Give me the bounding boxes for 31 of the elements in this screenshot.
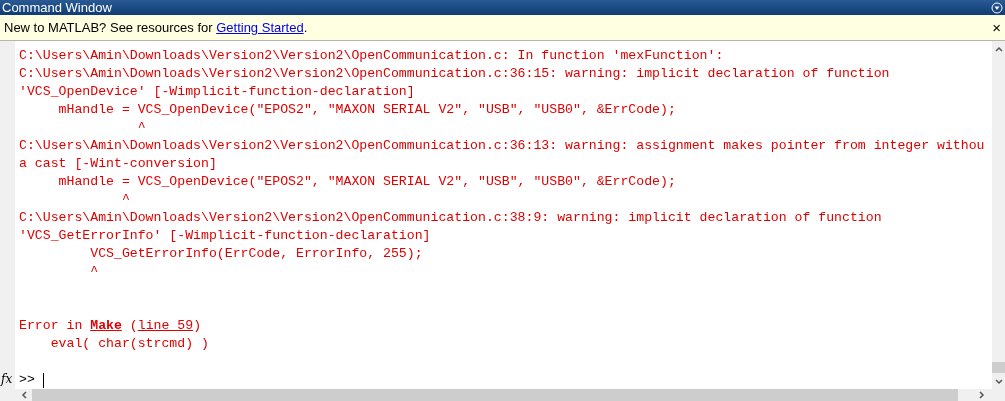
scroll-left-icon[interactable] (20, 391, 27, 399)
output-line: VCS_GetErrorInfo(ErrCode, ErrorInfo, 255); (89, 246, 423, 261)
command-prompt: >> (19, 371, 35, 390)
text-cursor[interactable] (42, 372, 44, 388)
output-line: eval( char(strcmd) ) (49, 336, 209, 351)
scroll-up-icon[interactable] (994, 46, 1003, 52)
vertical-scrollbar[interactable] (992, 41, 1005, 389)
window-title: Command Window (2, 1, 112, 14)
output-line: mHandle = VCS_OpenDevice("EPOS2", "MAXON SERIAL V2", "USB", "USB0", &ErrCode); (57, 174, 676, 189)
output-line: ^ (89, 264, 99, 279)
output-line: 'VCS_GetErrorInfo' [-Wimplicit-function-declaration] (19, 228, 431, 243)
output-line: ^ (136, 120, 146, 135)
error-link[interactable]: Make (90, 318, 122, 333)
dropdown-icon[interactable] (991, 1, 1003, 14)
close-button[interactable]: × (992, 20, 1001, 35)
output-line: ^ (120, 192, 130, 207)
scrollbar-thumb[interactable] (992, 362, 1005, 373)
scroll-down-icon[interactable] (994, 379, 1003, 385)
getting-started-link[interactable]: Getting Started (216, 19, 304, 35)
output-line: mHandle = VCS_OpenDevice("EPOS2", "MAXON SERIAL V2", "USB", "USB0", &ErrCode); (57, 102, 676, 117)
output-line: 'VCS_OpenDevice' [-Wimplicit-function-declaration] (19, 84, 415, 99)
scroll-right-icon[interactable] (978, 391, 985, 399)
output-line: a cast [-Wint-conversion] (19, 156, 217, 171)
output-line: C:\Users\Amin\Downloads\Version2\Version2\OpenCommunication.c:38:9: warning: implicit declaration of function (19, 210, 882, 225)
function-browser-button[interactable]: fx (0, 373, 15, 385)
output-line: C:\Users\Amin\Downloads\Version2\Version2\OpenCommunication.c:36:13: warning: assignment makes pointer from integer withou (19, 138, 985, 153)
output-line: C:\Users\Amin\Downloads\Version2\Version2\OpenCommunication.c:36:15: warning: implicit declaration of function (19, 66, 890, 81)
error-link[interactable]: line 59 (137, 318, 194, 333)
output-line: C:\Users\Amin\Downloads\Version2\Version2\OpenCommunication.c: In function 'mexFunction': (19, 48, 724, 63)
error-message: Error in Make (line 59) (19, 318, 202, 333)
info-message: New to MATLAB? See resources for Getting Started. (4, 18, 308, 37)
